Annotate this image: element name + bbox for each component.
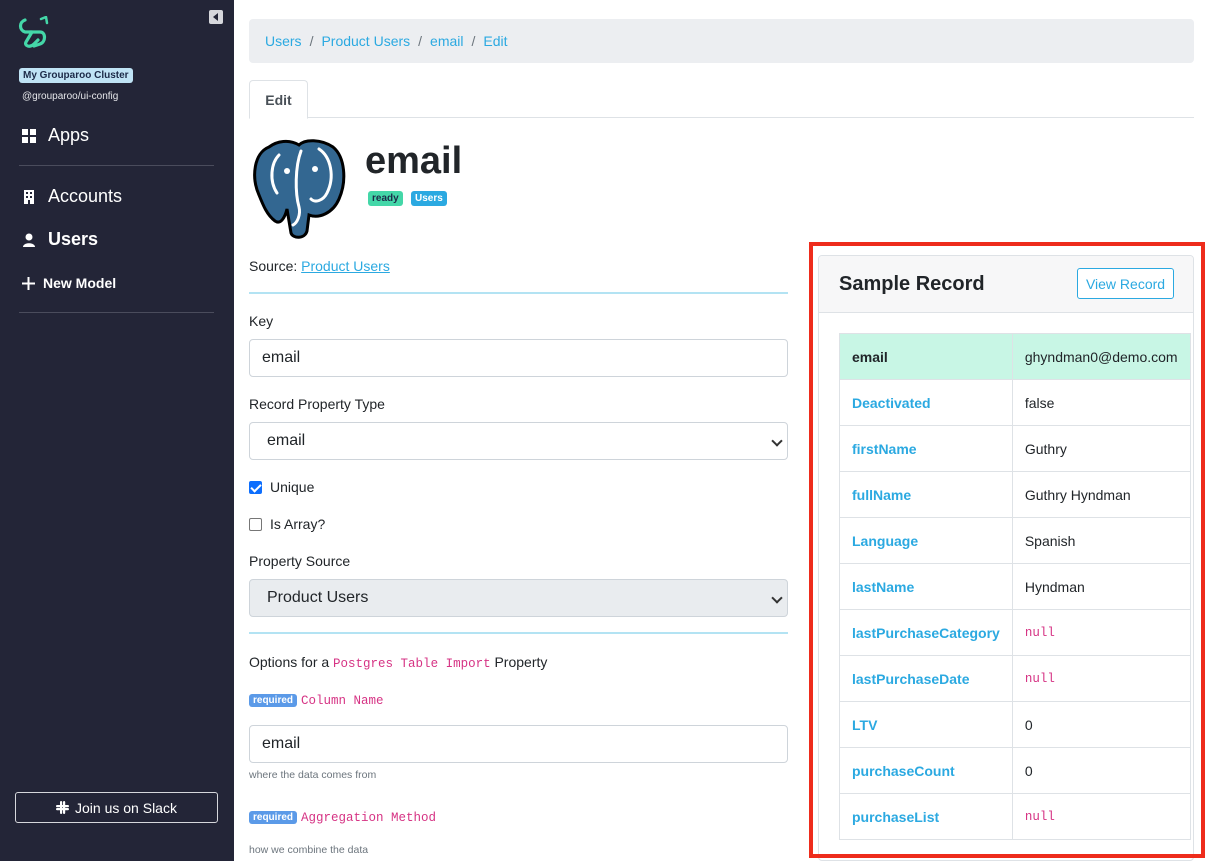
highlight-box (809, 242, 1205, 858)
postgres-elephant-icon (253, 139, 346, 239)
user-icon (23, 233, 35, 247)
chevron-down-icon (771, 435, 783, 447)
model-badge: Users (411, 191, 447, 206)
sidebar-item-label: Apps (48, 125, 90, 145)
column-name-input[interactable]: email (249, 725, 788, 763)
sidebar-item-label: New Model (43, 275, 117, 291)
state-badge: ready (368, 191, 403, 206)
property-type-value: email (267, 432, 306, 449)
column-name-option: Column Name (301, 694, 384, 708)
column-name-label: required Column Name (249, 691, 384, 708)
is-array-checkbox-row[interactable]: Is Array? (249, 516, 325, 532)
grouparoo-logo-icon[interactable] (16, 16, 52, 50)
key-input[interactable]: email (249, 339, 788, 377)
required-badge: required (249, 811, 298, 824)
sidebar: My Grouparoo Cluster @grouparoo/ui-confi… (0, 0, 234, 861)
plugin-name: Postgres Table Import (333, 657, 491, 671)
aggregation-help: how we combine the data (249, 844, 369, 856)
sidebar-item-apps[interactable]: Apps (22, 125, 89, 146)
slack-icon (56, 801, 70, 814)
unique-label: Unique (270, 479, 315, 495)
required-badge: required (249, 694, 298, 707)
slack-button-label: Join us on Slack (75, 799, 177, 816)
sidebar-item-users[interactable]: Users (22, 229, 98, 250)
breadcrumb-separator: / (418, 33, 423, 49)
is-array-checkbox[interactable] (249, 517, 262, 531)
collapse-sidebar-button[interactable] (209, 10, 223, 24)
sidebar-item-label: Users (48, 229, 99, 249)
new-model-button[interactable]: New Model (22, 275, 116, 291)
property-source-label: Property Source (249, 553, 351, 569)
breadcrumb-link-property[interactable]: email (430, 33, 463, 49)
key-input-value: email (262, 349, 301, 366)
unique-checkbox-row[interactable]: Unique (249, 479, 314, 495)
cluster-name-badge: My Grouparoo Cluster (19, 68, 133, 83)
options-prefix: Options for a (249, 654, 330, 670)
section-divider (249, 292, 788, 294)
options-heading: Options for a Postgres Table Import Prop… (249, 654, 547, 671)
unique-checkbox[interactable] (249, 480, 262, 494)
aggregation-label: required Aggregation Method (249, 808, 436, 825)
is-array-label: Is Array? (270, 516, 326, 532)
property-source-select[interactable]: Product Users (249, 579, 788, 617)
grid-icon (22, 128, 36, 143)
source-link[interactable]: Product Users (301, 258, 390, 274)
column-name-help: where the data comes from (249, 769, 377, 781)
config-name: @grouparoo/ui-config (22, 91, 119, 102)
breadcrumb-link-source[interactable]: Product Users (321, 33, 410, 49)
aggregation-option: Aggregation Method (301, 811, 437, 825)
sidebar-item-accounts[interactable]: Accounts (22, 186, 122, 207)
section-divider (249, 632, 788, 634)
property-type-select[interactable]: email (249, 422, 788, 460)
breadcrumb-link-users[interactable]: Users (265, 33, 302, 49)
building-icon (24, 189, 34, 204)
sidebar-divider (19, 165, 214, 166)
breadcrumb-link-edit[interactable]: Edit (483, 33, 507, 49)
source-line: Source: Product Users (249, 258, 390, 274)
page-title: email (365, 140, 463, 182)
chevron-down-icon (771, 592, 783, 604)
tab-bar: Edit (249, 80, 1194, 119)
tab-edit[interactable]: Edit (249, 80, 308, 119)
sidebar-divider (19, 312, 214, 313)
sidebar-item-label: Accounts (48, 186, 123, 206)
source-label: Source: (249, 258, 298, 274)
breadcrumb-separator: / (309, 33, 314, 49)
plus-icon (22, 276, 35, 290)
breadcrumb: Users / Product Users / email / Edit (249, 19, 1194, 63)
breadcrumb-separator: / (471, 33, 476, 49)
type-label: Record Property Type (249, 396, 385, 412)
property-source-value: Product Users (267, 589, 369, 606)
column-name-value: email (262, 735, 301, 752)
key-label: Key (249, 313, 274, 329)
options-suffix: Property (494, 654, 548, 670)
join-slack-button[interactable]: Join us on Slack (15, 792, 218, 823)
